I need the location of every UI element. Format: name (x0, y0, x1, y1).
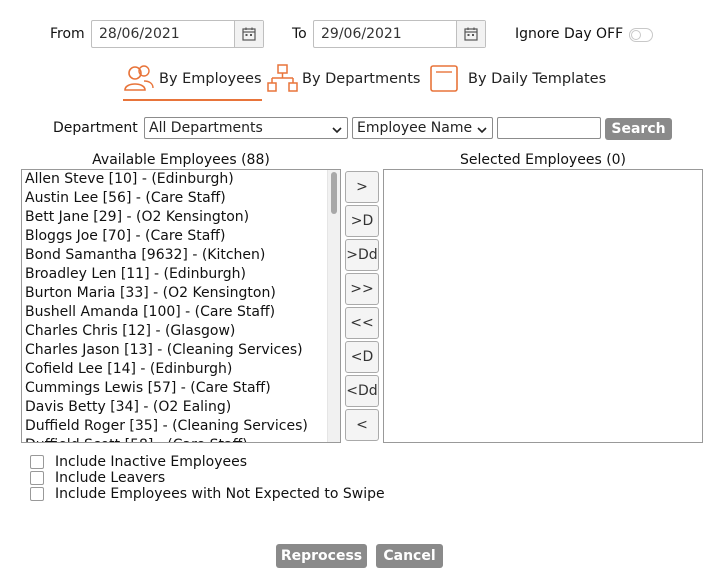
to-date-input[interactable] (314, 21, 459, 47)
move-left-daily-button[interactable]: <Dd (345, 375, 379, 407)
move-left-department-button[interactable]: <D (345, 341, 379, 373)
to-date-field[interactable] (313, 20, 486, 48)
list-item[interactable]: Duffield Roger [35] - (Cleaning Services… (22, 417, 340, 436)
selected-employees-list[interactable] (383, 169, 703, 443)
available-employees-title: Available Employees (88) (92, 152, 270, 168)
calendar-icon[interactable] (234, 21, 263, 47)
move-all-right-button[interactable]: >> (345, 273, 379, 305)
move-right-daily-button[interactable]: >Dd (345, 239, 379, 271)
to-label: To (292, 26, 307, 42)
list-item[interactable]: Bloggs Joe [70] - (Care Staff) (22, 227, 340, 246)
list-item[interactable]: Allen Steve [10] - (Edinburgh) (22, 170, 340, 189)
calendar-icon[interactable] (456, 21, 485, 47)
list-item[interactable]: Davis Betty [34] - (O2 Ealing) (22, 398, 340, 417)
available-employees-list[interactable]: Allen Steve [10] - (Edinburgh) Austin Lee… (21, 169, 341, 443)
move-right-button[interactable]: > (345, 171, 379, 203)
move-all-left-button[interactable]: << (345, 307, 379, 339)
toggle-knob (631, 30, 641, 40)
from-date-input[interactable] (92, 21, 237, 47)
search-input[interactable] (497, 117, 601, 139)
tab-by-daily-templates[interactable]: By Daily Templates (430, 64, 606, 94)
tab-by-departments[interactable]: By Departments (267, 64, 420, 94)
include-leavers-label: Include Leavers (55, 470, 166, 486)
department-select[interactable]: All Departments (144, 117, 348, 139)
scrollbar[interactable] (327, 170, 340, 442)
org-chart-icon (267, 64, 298, 94)
list-item[interactable]: Charles Chris [12] - (Glasgow) (22, 322, 340, 341)
include-inactive-checkbox[interactable] (30, 455, 44, 469)
from-label: From (50, 26, 85, 42)
department-label: Department (53, 120, 138, 136)
include-leavers-checkbox[interactable] (30, 471, 44, 485)
list-item[interactable]: Cummings Lewis [57] - (Care Staff) (22, 379, 340, 398)
search-field-selected-value: Employee Name (357, 120, 473, 136)
cancel-button[interactable]: Cancel (376, 544, 443, 568)
list-item[interactable]: Broadley Len [11] - (Edinburgh) (22, 265, 340, 284)
list-item[interactable]: Bett Jane [29] - (O2 Kensington) (22, 208, 340, 227)
tab-label: By Departments (302, 71, 421, 87)
list-item[interactable]: Bond Samantha [9632] - (Kitchen) (22, 246, 340, 265)
chevron-down-icon (477, 123, 487, 139)
ignore-day-off-toggle[interactable] (629, 28, 653, 42)
list-item[interactable]: Burton Maria [33] - (O2 Kensington) (22, 284, 340, 303)
users-icon (123, 64, 155, 94)
template-icon (430, 64, 458, 94)
chevron-down-icon (332, 123, 342, 139)
move-right-department-button[interactable]: >D (345, 205, 379, 237)
scrollbar-thumb[interactable] (331, 172, 337, 214)
include-inactive-label: Include Inactive Employees (55, 454, 248, 470)
include-not-expected-checkbox[interactable] (30, 487, 44, 501)
tab-label: By Daily Templates (468, 71, 607, 87)
tab-label: By Employees (159, 71, 262, 87)
reprocess-button[interactable]: Reprocess (276, 544, 367, 568)
ignore-day-off-label: Ignore Day OFF (515, 26, 624, 42)
move-left-button[interactable]: < (345, 409, 379, 441)
include-not-expected-label: Include Employees with Not Expected to S… (55, 486, 385, 502)
tab-by-employees[interactable]: By Employees (123, 64, 262, 101)
list-item[interactable]: Cofield Lee [14] - (Edinburgh) (22, 360, 340, 379)
list-item[interactable]: Duffield Scott [58] - (Care Staff) (22, 436, 340, 442)
selected-employees-title: Selected Employees (0) (459, 152, 627, 168)
list-item[interactable]: Austin Lee [56] - (Care Staff) (22, 189, 340, 208)
from-date-field[interactable] (91, 20, 264, 48)
list-item[interactable]: Bushell Amanda [100] - (Care Staff) (22, 303, 340, 322)
list-item[interactable]: Charles Jason [13] - (Cleaning Services) (22, 341, 340, 360)
search-field-select[interactable]: Employee Name (352, 117, 493, 139)
search-button[interactable]: Search (605, 118, 672, 140)
department-selected-value: All Departments (149, 120, 263, 136)
